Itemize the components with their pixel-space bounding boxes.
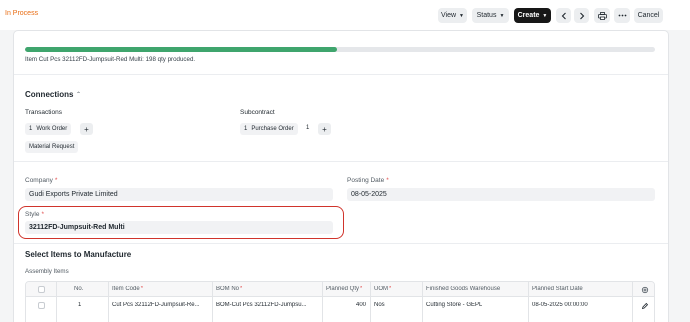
section-divider [14,74,668,75]
posting-date-field[interactable]: 08-05-2025 [347,188,655,201]
chevron-down-icon: ▼ [499,12,505,19]
view-button-label: View [441,12,457,19]
select-items-title: Select Items to Manufacture [25,250,132,259]
purchase-order-link[interactable]: 1 Purchase Order [240,123,298,135]
status-indicator: In Process [5,10,39,17]
chevron-down-icon: ▼ [459,12,464,19]
column-divider [108,282,109,322]
connections-title[interactable]: Connections [25,90,73,99]
work-order-label: Work Order [36,126,68,132]
progress-message: Item Cut Pcs 32112FD-Jumpsuit-Red Multi:… [25,56,196,63]
plus-icon: + [84,124,89,134]
column-divider [632,282,633,322]
row-checkbox[interactable] [38,302,45,309]
more-actions-button[interactable] [614,8,630,23]
chevron-left-icon [561,12,566,19]
column-header-no: No. [74,286,84,292]
row-item-code[interactable]: Cut Pcs 32112FD-Jumpsuit-Re... [112,302,209,308]
row-uom[interactable]: Nos [374,302,385,308]
form-card: Item Cut Pcs 32112FD-Jumpsuit-Red Multi:… [13,30,669,322]
plus-icon: + [322,124,327,134]
printer-icon [597,11,607,20]
row-no: 1 [78,302,82,308]
create-button-label: Create [517,12,540,19]
row-bom-no[interactable]: BOM-Cut Pcs 32112FD-Jumpsu... [216,302,320,308]
work-order-count: 1 [29,126,33,132]
previous-record-button[interactable] [556,8,571,23]
purchase-order-label: Purchase Order [251,126,294,132]
work-order-link[interactable]: 1 Work Order [25,123,72,135]
assembly-items-label: Assembly Items [25,268,69,275]
company-label: Company * [25,177,58,184]
subcontract-label: Subcontract [240,109,275,116]
chevron-right-icon [579,12,584,19]
purchase-order-secondary-count: 1 [306,125,310,131]
column-divider [422,282,423,322]
purchase-order-count: 1 [244,126,248,132]
material-request-label: Material Request [29,144,75,150]
view-button[interactable]: View ▼ [438,8,467,23]
add-work-order-button[interactable]: + [80,123,93,135]
pencil-icon[interactable] [641,302,649,310]
company-field[interactable]: Gudi Exports Private Limited [25,188,333,201]
column-divider [56,282,57,322]
transactions-label: Transactions [25,109,62,116]
column-header-warehouse[interactable]: Finished Goods Warehouse [426,286,500,292]
gear-icon[interactable] [641,286,649,294]
production-progress-fill [25,47,337,52]
assembly-items-table: No. Item Code* BOM No* Planned Qty* UOM*… [25,281,655,322]
section-divider [14,161,668,162]
style-highlight-annotation [18,206,344,239]
column-header-item-code[interactable]: Item Code* [112,286,143,292]
cancel-button-label: Cancel [637,12,660,19]
column-header-bom-no[interactable]: BOM No* [216,286,242,292]
column-divider [528,282,529,322]
status-button-label: Status [476,12,497,19]
chevron-down-icon: ▼ [542,12,548,19]
material-request-link[interactable]: Material Request [25,141,79,153]
posting-date-label: Posting Date * [347,177,389,184]
row-planned-start-date[interactable]: 08-05-2025 00:00:00 [532,302,588,308]
create-button[interactable]: Create ▼ [514,8,551,23]
print-button[interactable] [594,8,610,23]
row-planned-qty[interactable]: 400 [326,302,366,308]
column-divider [212,282,213,322]
column-header-uom[interactable]: UOM* [374,286,391,292]
ellipsis-icon [618,14,626,17]
page-header: In Process View ▼ Status ▼ Create ▼ Cancel [0,0,690,30]
column-divider [322,282,323,322]
column-divider [370,282,371,322]
cancel-button[interactable]: Cancel [634,8,663,23]
chevron-up-icon[interactable]: ⌃ [76,91,81,98]
add-purchase-order-button[interactable]: + [318,123,331,135]
status-button[interactable]: Status ▼ [472,8,509,23]
column-header-planned-start-date[interactable]: Planned Start Date [532,286,583,292]
row-warehouse[interactable]: Cutting Store - GEPL [426,302,482,308]
section-divider [14,243,668,244]
next-record-button[interactable] [574,8,589,23]
column-header-planned-qty[interactable]: Planned Qty* [326,286,362,292]
production-progress-bar [25,47,655,52]
select-all-checkbox[interactable] [38,286,45,293]
